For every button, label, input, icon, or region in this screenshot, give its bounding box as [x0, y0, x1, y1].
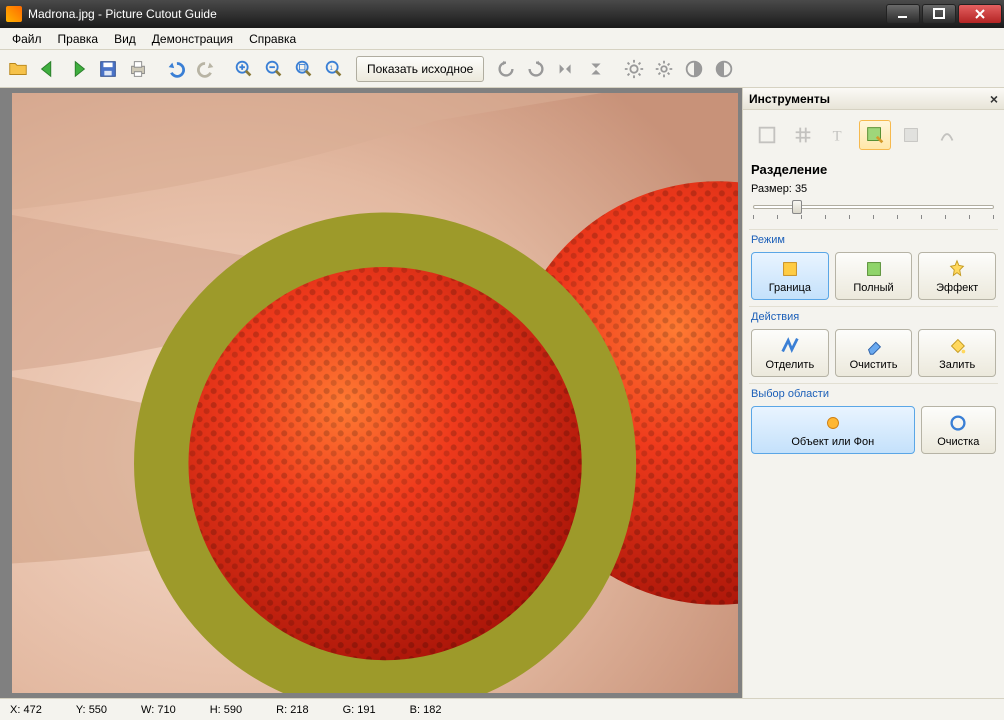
- size-slider[interactable]: [753, 199, 994, 221]
- tab-crop[interactable]: [751, 120, 783, 150]
- status-r: R: 218: [276, 704, 308, 716]
- rotate-cw-button[interactable]: [522, 55, 550, 83]
- tools-panel: Инструменты × T Разделение Размер: 35: [742, 88, 1004, 698]
- action-separate-button[interactable]: Отделить: [751, 329, 829, 377]
- size-row: Размер: 35: [749, 183, 998, 199]
- mode-boundary-button[interactable]: Граница: [751, 252, 829, 300]
- prev-button[interactable]: [34, 55, 62, 83]
- full-icon: [863, 258, 885, 280]
- action-separate-label: Отделить: [765, 359, 814, 371]
- zoom-fit-button[interactable]: [290, 55, 318, 83]
- selection-object-label: Объект или Фон: [791, 436, 874, 448]
- menu-demo[interactable]: Демонстрация: [144, 29, 241, 49]
- section-title: Разделение: [749, 158, 998, 183]
- panel-body: T Разделение Размер: 35 Режим Граница: [743, 110, 1004, 462]
- titlebar: Madrona.jpg - Picture Cutout Guide: [0, 0, 1004, 28]
- action-fill-label: Залить: [939, 359, 975, 371]
- undo-button[interactable]: [162, 55, 190, 83]
- flip-h-button[interactable]: [552, 55, 580, 83]
- bucket-icon: [946, 335, 968, 357]
- zoom-out-button[interactable]: [260, 55, 288, 83]
- menu-edit[interactable]: Правка: [50, 29, 107, 49]
- tab-separation[interactable]: [859, 120, 891, 150]
- action-clear-button[interactable]: Очистить: [835, 329, 913, 377]
- group-mode-label: Режим: [749, 229, 998, 250]
- tab-patch[interactable]: [895, 120, 927, 150]
- panel-close-button[interactable]: ×: [990, 91, 998, 107]
- toolbar: 1 Показать исходное: [0, 50, 1004, 88]
- main-area: Инструменты × T Разделение Размер: 35: [0, 88, 1004, 698]
- group-actions-label: Действия: [749, 306, 998, 327]
- panel-title: Инструменты: [749, 92, 830, 106]
- size-value: 35: [795, 183, 807, 195]
- image-canvas[interactable]: [12, 93, 738, 693]
- tab-effects[interactable]: [931, 120, 963, 150]
- selection-row: Объект или Фон Очистка: [749, 404, 998, 456]
- show-original-button[interactable]: Показать исходное: [356, 56, 484, 82]
- selection-cleanup-label: Очистка: [937, 436, 979, 448]
- flip-v-button[interactable]: [582, 55, 610, 83]
- maximize-button[interactable]: [922, 4, 956, 24]
- separate-icon: [779, 335, 801, 357]
- status-w: W: 710: [141, 704, 176, 716]
- action-clear-label: Очистить: [850, 359, 898, 371]
- mode-boundary-label: Граница: [769, 282, 811, 294]
- group-selection-label: Выбор области: [749, 383, 998, 404]
- svg-text:1: 1: [329, 64, 333, 71]
- brightness-button[interactable]: [620, 55, 648, 83]
- svg-text:T: T: [833, 129, 842, 145]
- menu-file[interactable]: Файл: [4, 29, 50, 49]
- tab-text[interactable]: T: [823, 120, 855, 150]
- save-button[interactable]: [94, 55, 122, 83]
- circle-icon: [947, 412, 969, 434]
- gear-button[interactable]: [650, 55, 678, 83]
- mode-effect-label: Эффект: [936, 282, 978, 294]
- status-y: Y: 550: [76, 704, 107, 716]
- eraser-icon: [863, 335, 885, 357]
- canvas-wrap: [0, 88, 742, 698]
- status-h: H: 590: [210, 704, 242, 716]
- window-title: Madrona.jpg - Picture Cutout Guide: [28, 7, 886, 21]
- statusbar: X: 472 Y: 550 W: 710 H: 590 R: 218 G: 19…: [0, 698, 1004, 720]
- effect-icon: [946, 258, 968, 280]
- rotate-ccw-button[interactable]: [492, 55, 520, 83]
- tab-grid[interactable]: [787, 120, 819, 150]
- minimize-button[interactable]: [886, 4, 920, 24]
- contrast-button[interactable]: [680, 55, 708, 83]
- open-button[interactable]: [4, 55, 32, 83]
- mode-full-label: Полный: [853, 282, 893, 294]
- print-button[interactable]: [124, 55, 152, 83]
- menu-help[interactable]: Справка: [241, 29, 304, 49]
- menubar: Файл Правка Вид Демонстрация Справка: [0, 28, 1004, 50]
- selection-object-button[interactable]: Объект или Фон: [751, 406, 915, 454]
- action-fill-button[interactable]: Залить: [918, 329, 996, 377]
- mode-effect-button[interactable]: Эффект: [918, 252, 996, 300]
- next-button[interactable]: [64, 55, 92, 83]
- selection-cleanup-button[interactable]: Очистка: [921, 406, 996, 454]
- panel-header: Инструменты ×: [743, 88, 1004, 110]
- mode-full-button[interactable]: Полный: [835, 252, 913, 300]
- app-icon: [6, 6, 22, 22]
- redo-button[interactable]: [192, 55, 220, 83]
- mode-row: Граница Полный Эффект: [749, 250, 998, 302]
- zoom-actual-button[interactable]: 1: [320, 55, 348, 83]
- status-b: B: 182: [410, 704, 442, 716]
- zoom-in-button[interactable]: [230, 55, 258, 83]
- menu-view[interactable]: Вид: [106, 29, 144, 49]
- sun-icon: [822, 412, 844, 434]
- close-button[interactable]: [958, 4, 1002, 24]
- window-controls: [886, 4, 1002, 24]
- size-label: Размер:: [751, 183, 792, 195]
- status-g: G: 191: [343, 704, 376, 716]
- actions-row: Отделить Очистить Залить: [749, 327, 998, 379]
- status-x: X: 472: [10, 704, 42, 716]
- tool-tabs: T: [749, 116, 998, 158]
- boundary-icon: [779, 258, 801, 280]
- invert-button[interactable]: [710, 55, 738, 83]
